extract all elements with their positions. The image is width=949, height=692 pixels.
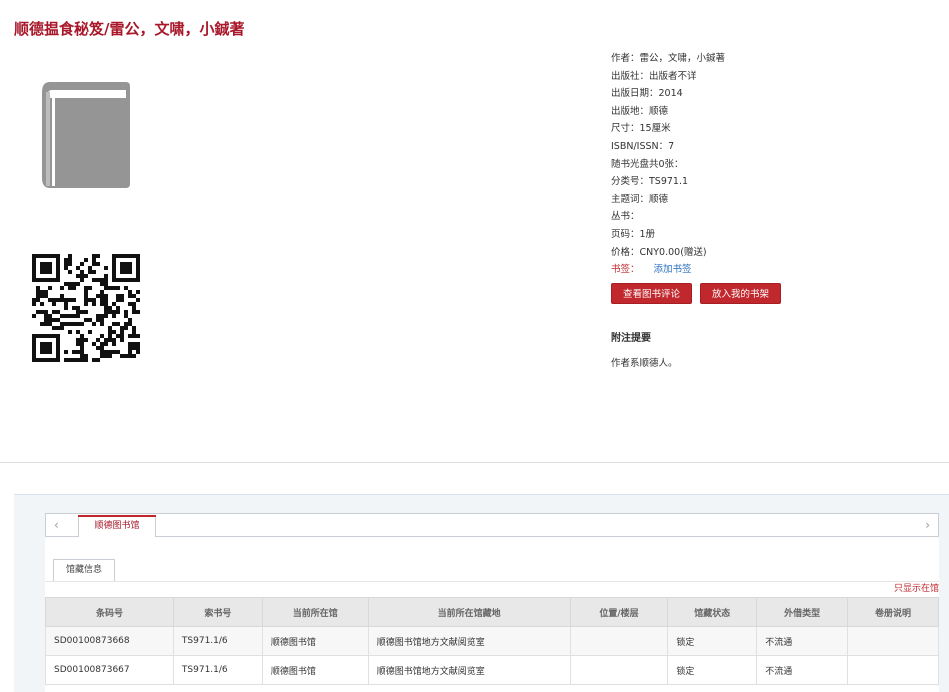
only-in-library-filter[interactable]: 只显示在馆 xyxy=(894,581,939,594)
cell-call-number: TS971.1/6 xyxy=(172,655,263,685)
book-metadata: 作者：雷公，文啸，小鋮著 出版社：出版者不详 出版日期：2014 出版地：顺德 … xyxy=(611,50,941,279)
holdings-content: 馆藏信息 只显示在馆 条码号 索书号 当前所在馆 当前所在馆藏地 位置/楼层 馆… xyxy=(45,537,939,692)
notes-body: 作者系顺德人。 xyxy=(611,358,678,369)
qr-code xyxy=(32,254,140,362)
tab-holdings-info[interactable]: 馆藏信息 xyxy=(53,559,115,581)
cell-barcode: SD00100873668 xyxy=(45,626,174,656)
tab-library[interactable]: 顺德图书馆 xyxy=(78,515,156,537)
section-divider xyxy=(0,462,949,463)
meta-price: 价格：CNY0.00(赠送) xyxy=(611,246,707,258)
cell-library: 顺德图书馆 xyxy=(261,655,369,685)
tab-scroll-right-icon[interactable]: › xyxy=(925,518,930,532)
meta-pages: 页码：1册 xyxy=(611,228,656,240)
col-barcode[interactable]: 条码号 xyxy=(45,597,174,627)
cell-loan-type: 不流通 xyxy=(756,626,849,656)
meta-series: 丛书： xyxy=(611,211,640,223)
page-title: 顺德揾食秘笈/雷公，文啸，小鋮著 xyxy=(14,20,245,38)
cell-barcode: SD00100873667 xyxy=(45,655,174,685)
meta-bookmark-row: 书签： 添加书签 xyxy=(611,261,941,279)
table-row: SD00100873668 TS971.1/6 顺德图书馆 顺德图书馆地方文献阅… xyxy=(45,626,939,656)
cell-library: 顺德图书馆 xyxy=(261,626,369,656)
cell-volume-note xyxy=(847,655,939,685)
view-reviews-button[interactable]: 查看图书评论 xyxy=(611,283,692,304)
cell-call-number: TS971.1/6 xyxy=(172,626,263,656)
col-call-number[interactable]: 索书号 xyxy=(172,597,263,627)
col-current-location[interactable]: 当前所在馆藏地 xyxy=(367,597,571,627)
meta-subject: 主题词：顺德 xyxy=(611,193,669,205)
bookmark-label: 书签： xyxy=(611,264,640,276)
add-bookmark-link[interactable]: 添加书签 xyxy=(654,264,692,275)
tab-scroll-left-icon[interactable]: ‹ xyxy=(54,518,59,532)
col-current-library[interactable]: 当前所在馆 xyxy=(261,597,369,627)
meta-author: 作者：雷公，文啸，小鋮著 xyxy=(611,53,726,64)
book-icon xyxy=(42,82,130,188)
col-loan-type[interactable]: 外借类型 xyxy=(756,597,849,627)
cell-location: 顺德图书馆地方文献阅览室 xyxy=(367,626,571,656)
table-header-row: 条码号 索书号 当前所在馆 当前所在馆藏地 位置/楼层 馆藏状态 外借类型 卷册… xyxy=(45,597,939,627)
cell-volume-note xyxy=(847,626,939,656)
cell-status: 锁定 xyxy=(667,655,758,685)
cell-floor xyxy=(569,655,669,685)
table-row: SD00100873667 TS971.1/6 顺德图书馆 顺德图书馆地方文献阅… xyxy=(45,655,939,685)
tab-underline xyxy=(45,581,939,582)
cell-status: 锁定 xyxy=(667,626,758,656)
meta-cd: 随书光盘共0张： xyxy=(611,158,684,170)
library-tab-bar: ‹ 顺德图书馆 › xyxy=(45,513,939,537)
meta-pub-place: 出版地：顺德 xyxy=(611,105,669,117)
notes-heading: 附注提要 xyxy=(611,333,651,344)
meta-isbn: ISBN/ISSN：7 xyxy=(611,140,675,152)
add-to-shelf-button[interactable]: 放入我的书架 xyxy=(700,283,781,304)
holdings-table: 条码号 索书号 当前所在馆 当前所在馆藏地 位置/楼层 馆藏状态 外借类型 卷册… xyxy=(45,597,939,685)
cell-loan-type: 不流通 xyxy=(756,655,849,685)
meta-pub-date: 出版日期：2014 xyxy=(611,88,683,100)
meta-class-no: 分类号：TS971.1 xyxy=(611,176,689,188)
cell-floor xyxy=(569,626,669,656)
col-status[interactable]: 馆藏状态 xyxy=(667,597,758,627)
meta-size: 尺寸：15厘米 xyxy=(611,123,671,135)
cell-location: 顺德图书馆地方文献阅览室 xyxy=(367,655,571,685)
meta-publisher: 出版社：出版者不详 xyxy=(611,70,697,82)
col-volume-note[interactable]: 卷册说明 xyxy=(847,597,939,627)
col-floor[interactable]: 位置/楼层 xyxy=(569,597,669,627)
